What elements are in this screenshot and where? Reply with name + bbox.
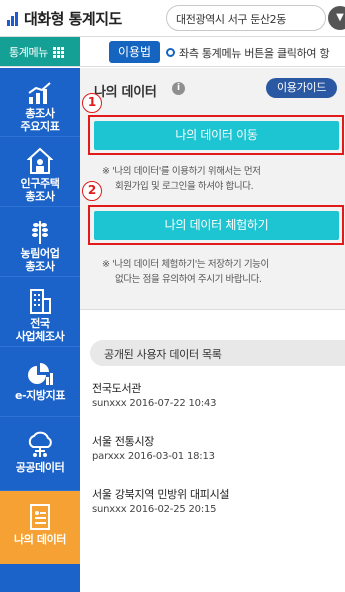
sidebar-item-label: 농림어업	[20, 247, 60, 260]
grain-icon	[32, 221, 48, 244]
public-data-list-header: 공개된 사용자 데이터 목록	[90, 340, 345, 366]
list-item-meta: sunxxx 2016-02-25 20:15	[92, 504, 217, 515]
sidebar-item-my-data[interactable]: 나의 데이터	[0, 491, 80, 564]
top-header: 대화형 통계지도 대전광역시 서구 둔산2동 ▼	[0, 0, 345, 37]
list-item-title: 서울 강북지역 민방위 대피시설	[92, 488, 230, 501]
usage-button[interactable]: 이용법	[109, 41, 160, 63]
go-to-my-data-button[interactable]: 나의 데이터 이동	[94, 121, 339, 150]
sidebar-item-census-indicators[interactable]: 총조사 주요지표	[0, 68, 80, 137]
step-number-2: 2	[82, 181, 102, 201]
sidebar-item-label: 나의 데이터	[13, 533, 67, 546]
document-icon	[30, 504, 50, 530]
my-data-panel: 나의 데이터 i 이용가이드 나의 데이터 이동 1 ※ '나의 데이터'를 이…	[80, 68, 345, 310]
stats-menu-button[interactable]: 통계메뉴	[0, 37, 80, 66]
sidebar-item-agriculture-census[interactable]: 농림어업 총조사	[0, 207, 80, 277]
step1-note-line1: ※ '나의 데이터'를 이용하기 위해서는 먼저	[102, 166, 261, 177]
region-selector[interactable]: 대전광역시 서구 둔산2동	[166, 5, 326, 31]
sidebar-item-business-census[interactable]: 전국 사업체조사	[0, 277, 80, 347]
try-my-data-button[interactable]: 나의 데이터 체험하기	[94, 211, 339, 240]
cloud-icon	[28, 431, 52, 457]
sidebar-item-label: e-지방지표	[14, 389, 66, 402]
sidebar-item-population-census[interactable]: 인구주택 총조사	[0, 137, 80, 207]
list-item-title: 전국도서관	[92, 382, 142, 395]
step2-note-line1: ※ '나의 데이터 체험하기'는 저장하기 기능이	[102, 259, 269, 270]
chart-icon	[28, 82, 51, 104]
info-icon[interactable]: i	[172, 82, 185, 95]
content-panel: 나의 데이터 i 이용가이드 나의 데이터 이동 1 ※ '나의 데이터'를 이…	[80, 68, 345, 592]
pie-chart-icon	[28, 363, 53, 385]
sidebar-item-e-local-indicators[interactable]: e-지방지표	[0, 347, 80, 417]
stats-menu-label: 통계메뉴	[9, 46, 48, 59]
list-item[interactable]: 서울 전통시장 parxxx 2016-03-01 18:13	[92, 433, 332, 462]
app-title: 대화형 통계지도	[24, 10, 122, 28]
list-item-meta: parxxx 2016-03-01 18:13	[92, 451, 215, 462]
usage-guide-button[interactable]: 이용가이드	[266, 78, 337, 98]
step1-note-line2: 회원가입 및 로그인을 하셔야 합니다.	[115, 181, 254, 192]
sidebar: 총조사 주요지표 인구주택 총조사 농림어업 총조사 전국 사업체조사 e-지방…	[0, 68, 80, 592]
page-title: 나의 데이터	[94, 85, 157, 100]
list-item-meta: sunxxx 2016-07-22 10:43	[92, 398, 217, 409]
circle-icon	[166, 48, 175, 57]
sidebar-item-sublabel: 총조사	[25, 260, 55, 273]
menu-bar: 통계메뉴 이용법 좌측 통계메뉴 버튼을 클릭하여 항	[0, 37, 345, 67]
sidebar-item-label: 총조사	[25, 107, 55, 120]
step-number-1: 1	[82, 93, 102, 113]
step2-note: ※ '나의 데이터 체험하기'는 저장하기 기능이 없다는 점을 유의하여 주시…	[102, 257, 269, 287]
grid-icon	[52, 46, 64, 58]
sidebar-item-label: 인구주택	[20, 177, 60, 190]
list-item[interactable]: 서울 강북지역 민방위 대피시설 sunxxx 2016-02-25 20:15	[92, 486, 332, 515]
building-icon	[30, 289, 51, 314]
app-logo[interactable]: 대화형 통계지도	[7, 8, 122, 29]
sidebar-item-sublabel: 총조사	[25, 190, 55, 203]
step1-note: ※ '나의 데이터'를 이용하기 위해서는 먼저 회원가입 및 로그인을 하셔야…	[102, 164, 261, 194]
sidebar-item-label: 공공데이터	[15, 461, 65, 474]
notice-marquee: 좌측 통계메뉴 버튼을 클릭하여 항	[179, 47, 330, 60]
sidebar-item-sublabel: 사업체조사	[15, 330, 65, 343]
chevron-down-icon[interactable]: ▼	[328, 6, 345, 30]
house-icon	[27, 147, 53, 174]
sidebar-item-sublabel: 주요지표	[20, 120, 60, 133]
sidebar-item-public-data[interactable]: 공공데이터	[0, 417, 80, 491]
list-item-title: 서울 전통시장	[92, 435, 155, 448]
bar-chart-icon	[7, 11, 19, 26]
list-item[interactable]: 전국도서관 sunxxx 2016-07-22 10:43	[92, 380, 332, 409]
step2-note-line2: 없다는 점을 유의하여 주시기 바랍니다.	[115, 274, 262, 285]
sidebar-item-label: 전국	[30, 317, 50, 330]
